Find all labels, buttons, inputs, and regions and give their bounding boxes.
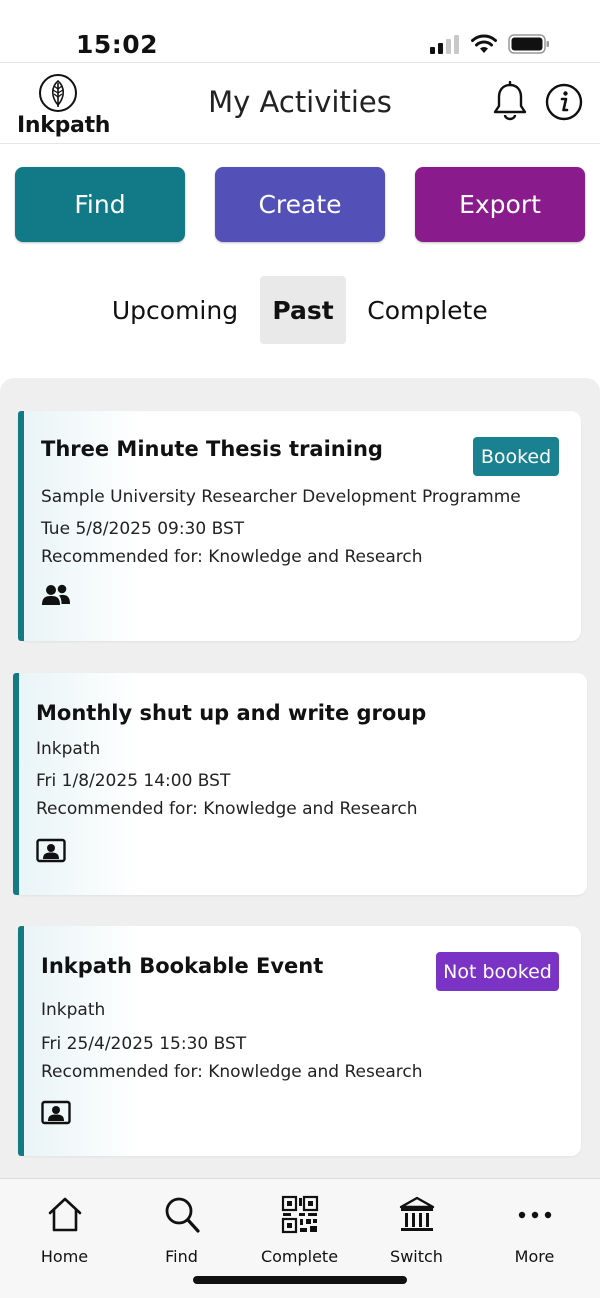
activity-recommended: Recommended for: Knowledge and Research bbox=[41, 1062, 423, 1082]
activity-title: Inkpath Bookable Event bbox=[41, 954, 324, 978]
nav-label: Switch bbox=[390, 1247, 443, 1266]
battery-icon bbox=[508, 34, 549, 54]
nav-label: Complete bbox=[260, 1247, 339, 1266]
activity-provider: Sample University Researcher Development… bbox=[41, 487, 521, 507]
nav-more[interactable]: More bbox=[476, 1179, 593, 1279]
nav-find[interactable]: Find bbox=[123, 1179, 240, 1279]
home-indicator[interactable] bbox=[193, 1276, 407, 1284]
activity-title: Three Minute Thesis training bbox=[41, 437, 383, 461]
status-badge: Not booked bbox=[436, 952, 559, 991]
activity-recommended: Recommended for: Knowledge and Research bbox=[41, 547, 423, 567]
create-button[interactable]: Create bbox=[215, 167, 385, 242]
search-icon bbox=[165, 1197, 200, 1233]
activity-provider: Inkpath bbox=[41, 1000, 106, 1020]
institution-icon bbox=[399, 1196, 435, 1231]
status-bar: 15:02 bbox=[0, 0, 600, 62]
activity-card[interactable]: Inkpath Bookable Event Not booked Inkpat… bbox=[18, 926, 581, 1156]
nav-complete[interactable]: Complete bbox=[241, 1179, 358, 1279]
status-badge: Booked bbox=[473, 437, 559, 476]
nav-home[interactable]: Home bbox=[6, 1179, 123, 1279]
activity-title: Monthly shut up and write group bbox=[36, 701, 427, 725]
info-icon[interactable] bbox=[545, 83, 583, 121]
online-session-icon bbox=[36, 838, 66, 863]
cellular-signal-icon bbox=[430, 35, 459, 54]
export-button[interactable]: Export bbox=[415, 167, 585, 242]
bell-icon[interactable] bbox=[492, 81, 528, 121]
nav-label: More bbox=[514, 1247, 555, 1266]
activity-datetime: Fri 1/8/2025 14:00 BST bbox=[36, 771, 231, 791]
app-header: Inkpath My Activities bbox=[0, 62, 600, 144]
home-icon bbox=[48, 1197, 82, 1232]
activity-list: Three Minute Thesis training Booked Samp… bbox=[0, 378, 600, 1178]
find-button[interactable]: Find bbox=[15, 167, 185, 242]
tab-past[interactable]: Past bbox=[260, 276, 346, 344]
group-icon bbox=[42, 584, 70, 605]
status-time: 15:02 bbox=[76, 30, 159, 59]
online-session-icon bbox=[41, 1100, 71, 1125]
nav-switch[interactable]: Switch bbox=[358, 1179, 475, 1279]
nav-label: Find bbox=[165, 1247, 198, 1266]
wifi-icon bbox=[471, 34, 497, 53]
qr-code-icon bbox=[281, 1195, 319, 1234]
activity-card[interactable]: Three Minute Thesis training Booked Samp… bbox=[18, 411, 581, 641]
more-icon bbox=[518, 1211, 552, 1219]
activity-datetime: Fri 25/4/2025 15:30 BST bbox=[41, 1034, 247, 1054]
activity-provider: Inkpath bbox=[36, 739, 101, 759]
activity-recommended: Recommended for: Knowledge and Research bbox=[36, 799, 418, 819]
tab-complete[interactable]: Complete bbox=[355, 276, 500, 344]
tab-upcoming[interactable]: Upcoming bbox=[100, 276, 250, 344]
nav-label: Home bbox=[40, 1247, 89, 1266]
activity-datetime: Tue 5/8/2025 09:30 BST bbox=[41, 519, 245, 539]
activity-card[interactable]: Monthly shut up and write group Inkpath … bbox=[13, 673, 587, 895]
